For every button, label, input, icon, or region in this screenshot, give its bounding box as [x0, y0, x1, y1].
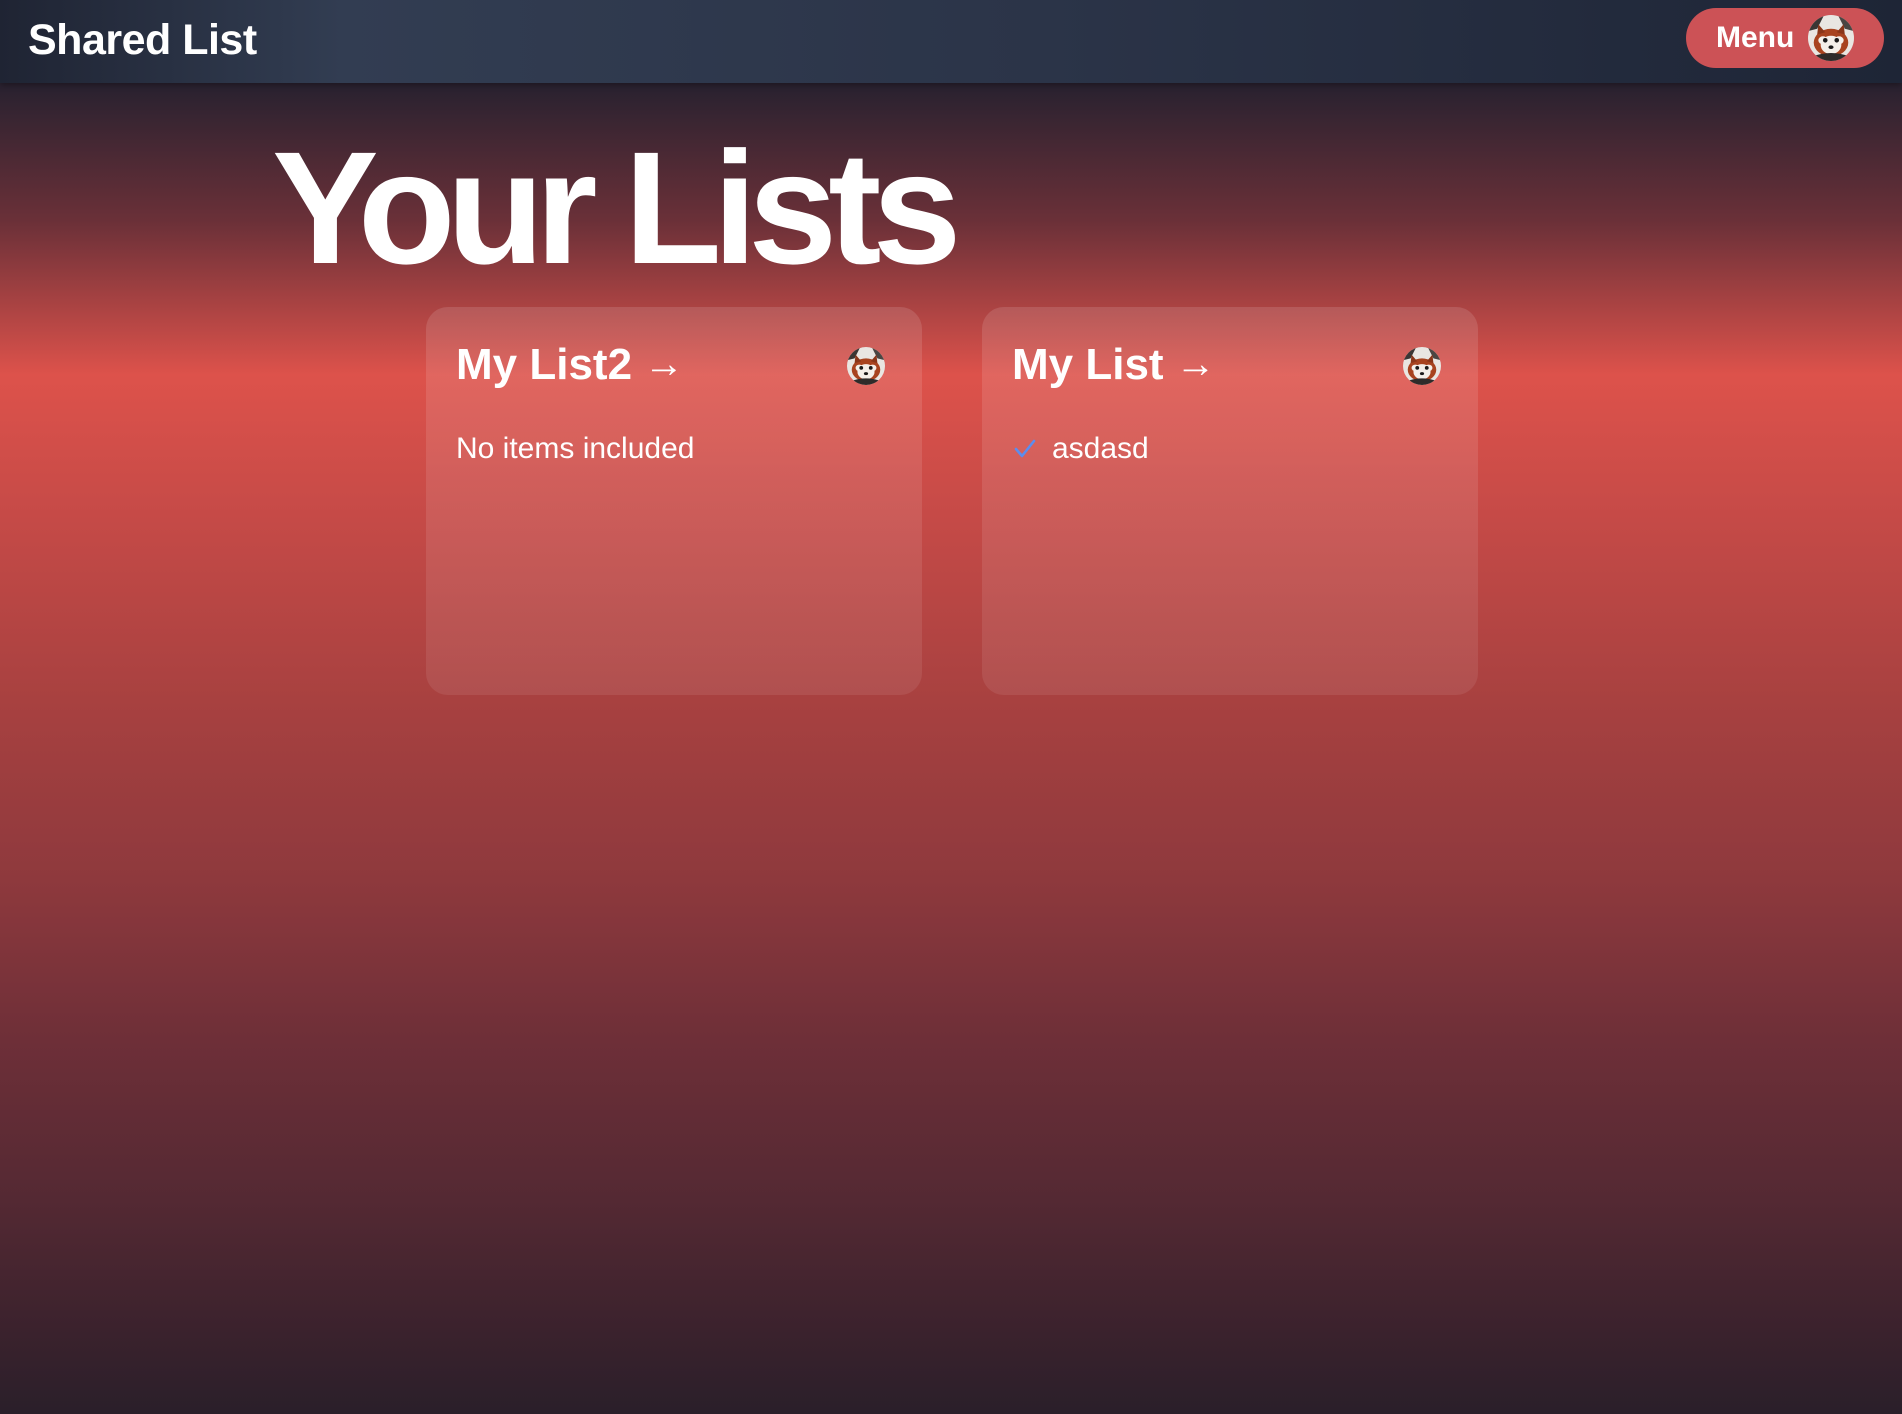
list-name: My List2	[456, 340, 633, 389]
list-item[interactable]: asdasd	[1012, 429, 1149, 469]
checkmark-icon	[1014, 439, 1036, 458]
owner-avatar-icon	[847, 347, 885, 385]
empty-list-message: No items included	[456, 432, 695, 465]
list-card-title[interactable]: My List →	[1012, 337, 1216, 392]
owner-avatar-icon	[1403, 347, 1441, 385]
menu-button-label: Menu	[1716, 21, 1795, 54]
list-card[interactable]: My List → asdasd	[982, 307, 1478, 695]
list-items: asdasd	[1012, 429, 1149, 469]
page-title: Your Lists	[272, 118, 961, 297]
list-card[interactable]: My List2 → No items included	[426, 307, 922, 695]
arrow-right-icon: →	[1175, 342, 1216, 386]
list-card-title[interactable]: My List2 →	[456, 337, 684, 392]
menu-button[interactable]: Menu	[1686, 8, 1884, 68]
user-avatar-icon	[1808, 15, 1854, 61]
list-item-label: asdasd	[1052, 432, 1149, 465]
arrow-right-icon: →	[644, 342, 685, 386]
top-navigation-bar: Shared List Menu	[0, 0, 1902, 83]
app-title[interactable]: Shared List	[28, 14, 257, 66]
list-name: My List	[1012, 340, 1164, 389]
